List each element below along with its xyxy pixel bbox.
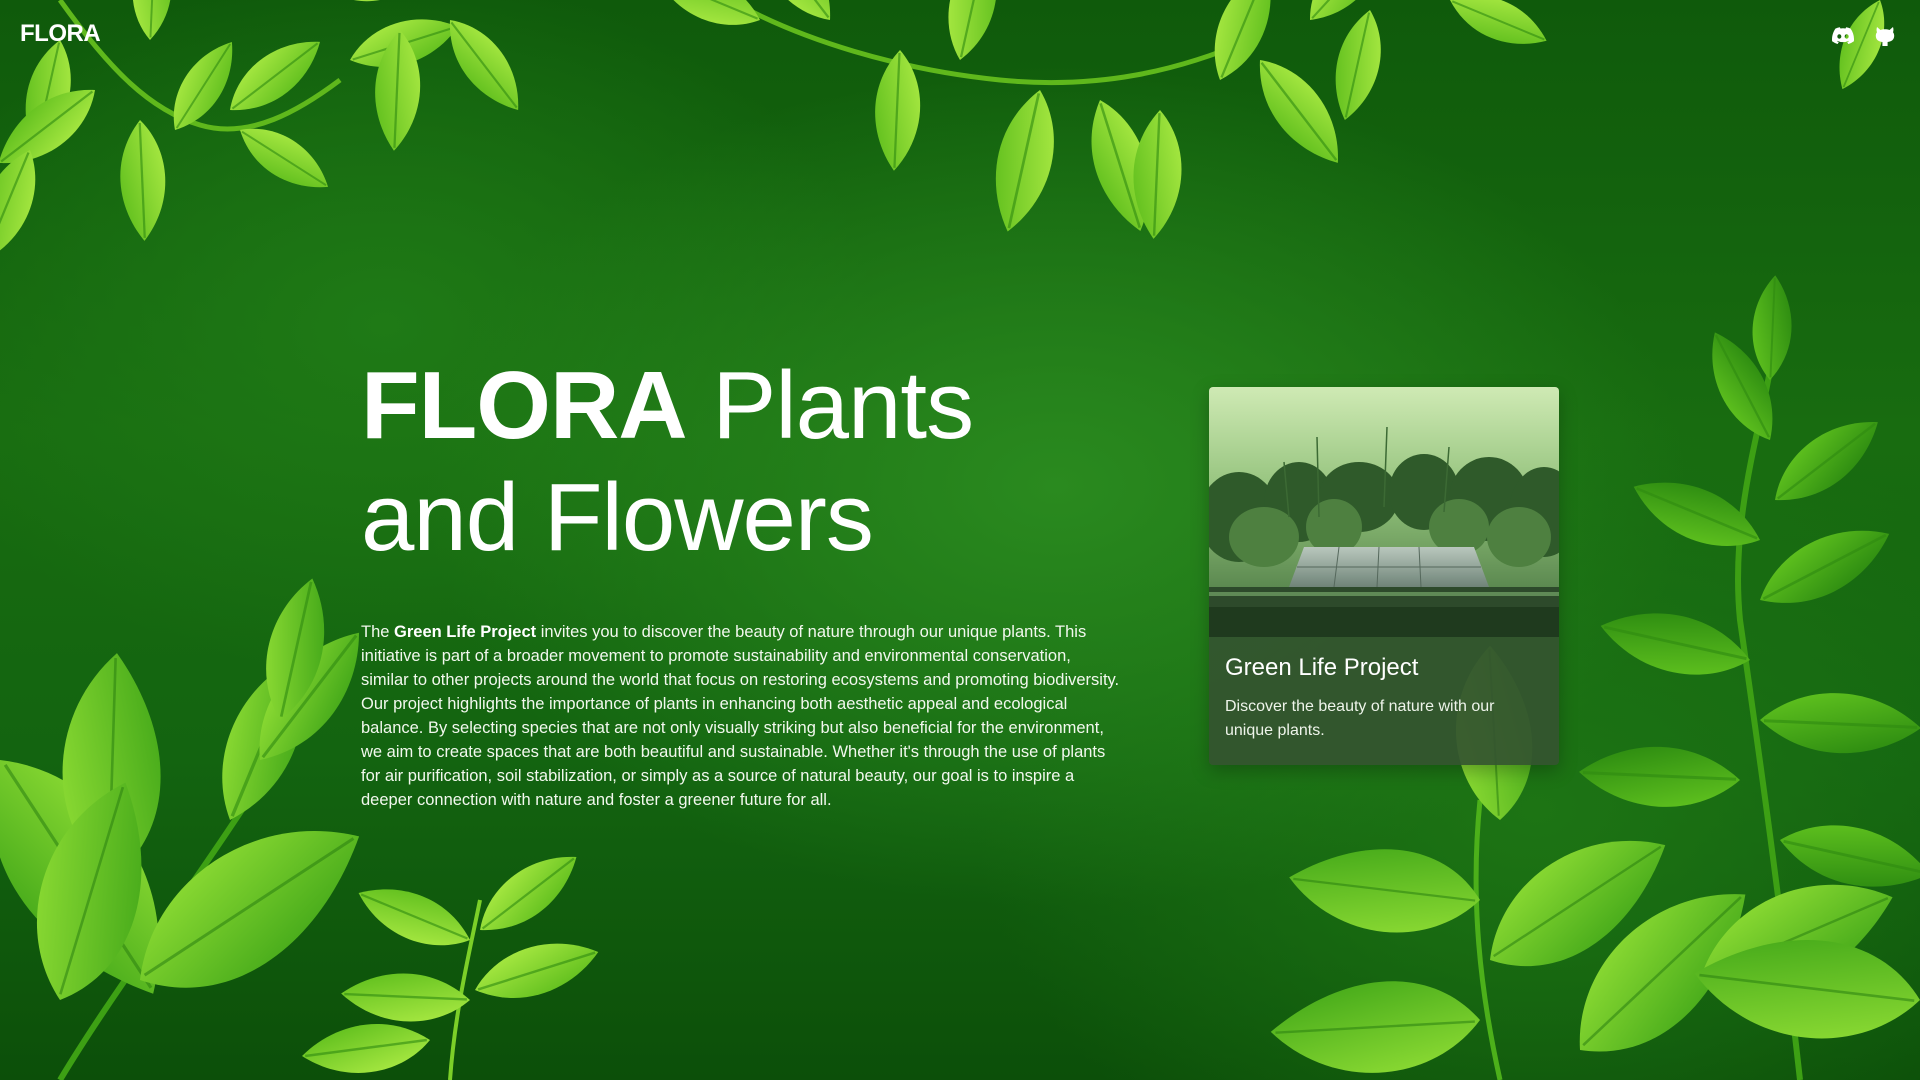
social-links	[1830, 22, 1898, 48]
desc-prefix: The	[361, 623, 395, 641]
project-card-image	[1209, 387, 1559, 637]
discord-icon[interactable]	[1830, 22, 1856, 48]
github-icon[interactable]	[1872, 22, 1898, 48]
project-card[interactable]: Green Life Project Discover the beauty o…	[1209, 387, 1559, 765]
hero-section: FLORA Plants and Flowers The Green Life P…	[361, 350, 1121, 812]
logo[interactable]: FLORA	[20, 20, 101, 48]
hero-title-line1: Plants	[686, 352, 974, 459]
hero-title-line2: and Flowers	[361, 464, 874, 571]
desc-body: invites you to discover the beauty of na…	[361, 623, 1120, 809]
hero-description: The Green Life Project invites you to di…	[361, 620, 1121, 812]
desc-project-name: Green Life Project	[394, 623, 537, 641]
top-bar: FLORA	[0, 0, 1920, 70]
project-card-title[interactable]: Green Life Project	[1225, 653, 1543, 683]
hero-title: FLORA Plants and Flowers	[361, 350, 1121, 574]
hero-title-brand: FLORA	[361, 352, 688, 459]
project-card-text: Discover the beauty of nature with our u…	[1225, 698, 1495, 739]
project-card-body: Green Life Project Discover the beauty o…	[1209, 637, 1559, 743]
